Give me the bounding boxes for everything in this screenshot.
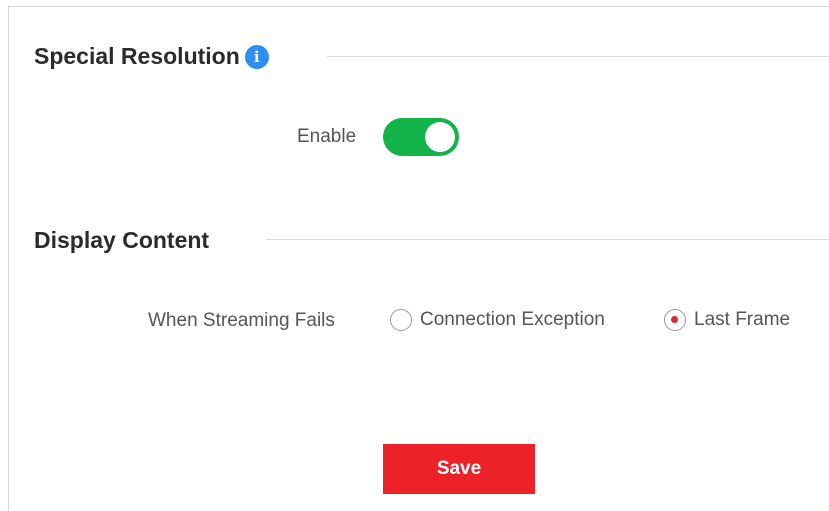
display-content-divider xyxy=(266,239,829,240)
save-button[interactable]: Save xyxy=(383,444,535,494)
special-resolution-title: Special Resolution xyxy=(34,43,240,69)
radio-circle-selected[interactable] xyxy=(664,309,686,331)
info-icon[interactable]: i xyxy=(244,44,269,69)
radio-label: Connection Exception xyxy=(420,309,605,330)
settings-panel xyxy=(8,6,829,511)
special-resolution-divider xyxy=(327,56,829,57)
radio-last-frame[interactable]: Last Frame xyxy=(664,309,790,331)
streaming-fails-label: When Streaming Fails xyxy=(148,310,335,331)
radio-circle-unselected[interactable] xyxy=(390,309,412,331)
enable-toggle[interactable] xyxy=(383,118,459,156)
radio-label: Last Frame xyxy=(694,309,791,330)
toggle-knob xyxy=(425,122,455,152)
radio-connection-exception[interactable]: Connection Exception xyxy=(390,309,605,331)
display-content-title: Display Content xyxy=(34,227,210,253)
special-resolution-header: Special Resolution i xyxy=(34,43,269,70)
enable-label: Enable xyxy=(297,126,357,147)
radio-selected-dot xyxy=(671,316,678,323)
display-content-header: Display Content xyxy=(34,227,209,254)
